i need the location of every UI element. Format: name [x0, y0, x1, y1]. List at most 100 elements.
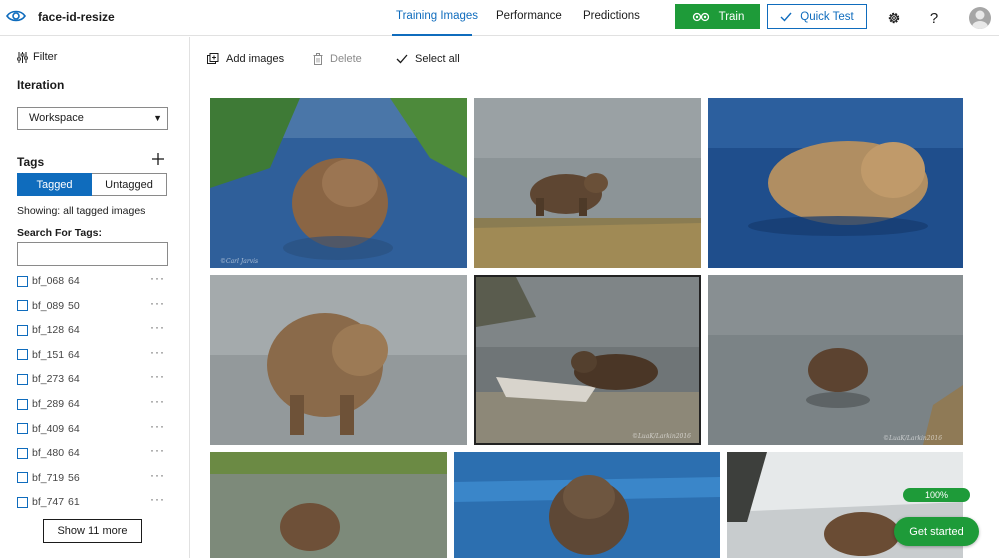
tag-count: 64: [68, 373, 80, 386]
search-tags-label: Search For Tags:: [17, 227, 102, 239]
iteration-select[interactable]: Workspace ▼: [17, 107, 168, 130]
tag-checkbox[interactable]: [17, 423, 28, 435]
more-options-icon[interactable]: ···: [150, 419, 165, 433]
image-tile-7[interactable]: [210, 452, 447, 558]
tagged-toggle[interactable]: Tagged: [17, 173, 92, 196]
tag-count: 50: [68, 299, 80, 312]
eye-icon[interactable]: [6, 8, 26, 24]
tag-row: bf_273 64 ···: [17, 369, 167, 387]
quick-test-label: Quick Test: [800, 10, 854, 23]
checkmark-icon: [780, 12, 792, 22]
filter-button[interactable]: Filter: [17, 51, 57, 63]
sidebar: Filter Iteration Workspace ▼ Tags Tagged…: [0, 37, 190, 558]
delete-button[interactable]: Delete: [313, 53, 362, 65]
get-started-button[interactable]: Get started: [894, 517, 979, 546]
tag-row: bf_409 64 ···: [17, 419, 167, 437]
iteration-selected-value: Workspace: [29, 112, 84, 124]
tag-name: bf_151: [32, 348, 65, 361]
search-tags-input[interactable]: [17, 242, 168, 266]
tag-name: bf_289: [32, 398, 65, 410]
image-tile-6[interactable]: ©LuaK/Larkin2016: [708, 275, 963, 445]
tag-name: bf_719: [32, 471, 65, 484]
tag-count: 61: [68, 496, 80, 509]
more-options-icon[interactable]: ···: [150, 468, 165, 482]
filter-icon: [17, 51, 28, 63]
trash-icon: [313, 53, 323, 65]
bear-photo: [210, 98, 467, 268]
watermark: ©LuaK/Larkin2016: [631, 433, 691, 440]
tag-checkbox[interactable]: [17, 300, 28, 312]
tag-name: bf_128: [32, 324, 65, 337]
more-options-icon[interactable]: ···: [150, 369, 165, 383]
bear-photo: [708, 275, 963, 445]
tag-checkbox[interactable]: [17, 373, 28, 385]
project-name: face-id-resize: [38, 10, 115, 24]
tag-checkbox[interactable]: [17, 496, 28, 508]
checkmark-icon: [396, 54, 408, 64]
tag-checkbox[interactable]: [17, 349, 28, 361]
delete-label: Delete: [330, 53, 362, 65]
image-tile-2[interactable]: [474, 98, 701, 268]
watermark: ©Carl Jarvis: [220, 258, 259, 265]
tag-row: bf_289 64 ···: [17, 394, 167, 412]
add-tag-icon[interactable]: [151, 152, 165, 166]
bear-photo: [454, 452, 720, 558]
bear-photo: [210, 452, 447, 558]
active-tab-indicator: [392, 34, 472, 36]
add-image-icon: [207, 53, 219, 64]
gear-icon[interactable]: [885, 9, 903, 27]
bear-photo: [474, 98, 701, 268]
showing-text: Showing: all tagged images: [17, 205, 146, 217]
tag-count: 64: [68, 275, 80, 287]
select-all-button[interactable]: Select all: [396, 53, 460, 65]
tag-name: bf_409: [32, 422, 65, 435]
tag-count: 64: [68, 422, 80, 435]
gears-icon: [692, 12, 709, 21]
more-options-icon[interactable]: ···: [150, 296, 165, 310]
add-images-button[interactable]: Add images: [207, 53, 284, 65]
image-tile-8[interactable]: [454, 452, 720, 558]
tag-count: 56: [68, 471, 80, 484]
more-options-icon[interactable]: ···: [150, 345, 165, 359]
more-options-icon[interactable]: ···: [150, 271, 165, 285]
tag-row: bf_068 64 ···: [17, 271, 167, 289]
show-more-button[interactable]: Show 11 more: [43, 519, 142, 543]
tag-name: bf_089: [32, 299, 65, 312]
watermark: ©LuaK/Larkin2016: [883, 435, 943, 442]
tag-checkbox[interactable]: [17, 447, 28, 459]
image-tile-1[interactable]: ©Carl Jarvis: [210, 98, 467, 268]
tag-count: 64: [68, 324, 80, 337]
filter-label: Filter: [33, 51, 58, 63]
tag-row: bf_151 64 ···: [17, 345, 167, 363]
tag-checkbox[interactable]: [17, 472, 28, 484]
tag-checkbox[interactable]: [17, 398, 28, 410]
tag-checkbox[interactable]: [17, 275, 28, 287]
image-tile-4[interactable]: [210, 275, 467, 445]
tag-count: 64: [68, 348, 80, 361]
more-options-icon[interactable]: ···: [150, 320, 165, 334]
tab-training-images[interactable]: Training Images: [396, 10, 478, 22]
tag-checkbox[interactable]: [17, 324, 28, 336]
progress-badge: 100%: [903, 488, 970, 502]
avatar[interactable]: [969, 7, 991, 29]
tab-performance[interactable]: Performance: [496, 10, 562, 22]
add-images-label: Add images: [226, 53, 285, 65]
quick-test-button[interactable]: Quick Test: [767, 4, 867, 29]
tag-row: bf_480 64 ···: [17, 443, 167, 461]
bear-photo: [210, 275, 467, 445]
bear-photo: [708, 98, 963, 268]
tag-count: 64: [68, 398, 80, 410]
more-options-icon[interactable]: ···: [150, 492, 165, 506]
tab-predictions[interactable]: Predictions: [583, 10, 640, 22]
untagged-toggle[interactable]: Untagged: [92, 173, 167, 196]
more-options-icon[interactable]: ···: [150, 394, 165, 408]
question-icon[interactable]: ?: [925, 9, 943, 27]
more-options-icon[interactable]: ···: [150, 443, 165, 457]
tag-name: bf_480: [32, 447, 65, 460]
tag-name: bf_068: [32, 275, 65, 287]
chevron-down-icon: ▼: [153, 113, 162, 123]
image-tile-3[interactable]: [708, 98, 963, 268]
tag-name: bf_747: [32, 496, 65, 509]
train-button[interactable]: Train: [675, 4, 760, 29]
image-tile-5[interactable]: ©LuaK/Larkin2016: [474, 275, 701, 445]
